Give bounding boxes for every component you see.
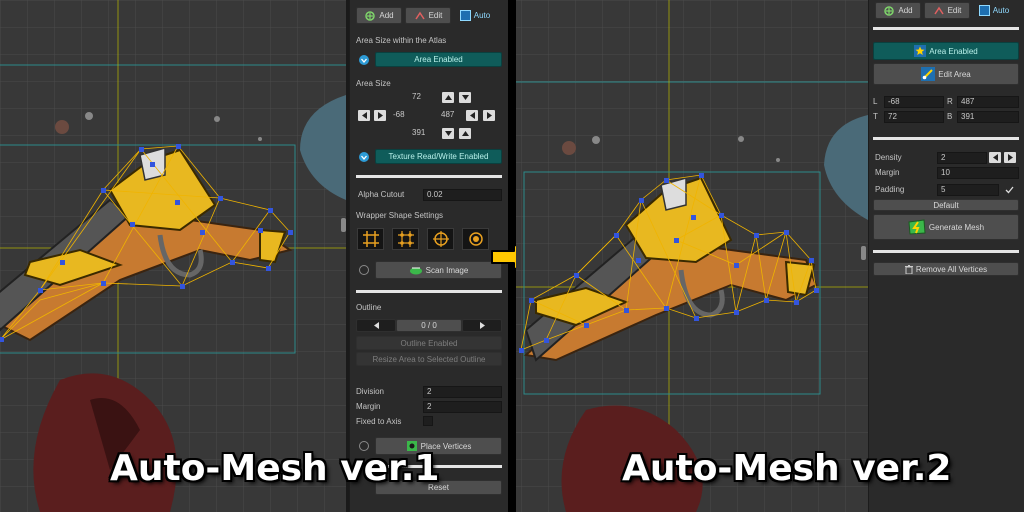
scan-image-button[interactable]: Scan Image: [375, 261, 502, 279]
outline-prev-button[interactable]: [356, 319, 396, 332]
outline-label: Outline: [356, 303, 382, 312]
generate-mesh-button[interactable]: Generate Mesh: [873, 214, 1019, 240]
add-button[interactable]: Add: [356, 7, 402, 24]
add-vertex-icon: [364, 10, 376, 21]
bottom-up-arrow-icon[interactable]: [459, 128, 471, 139]
area-size-label: Area Size: [356, 79, 391, 88]
separator: [356, 290, 502, 293]
texture-rw-toggle[interactable]: [359, 152, 369, 162]
margin-field[interactable]: 10: [937, 167, 1019, 179]
b-label: B: [947, 112, 953, 121]
edit-area-button[interactable]: Edit Area: [873, 63, 1019, 85]
right-comparison: Add Edit Auto Area Enabled Edit Area L -…: [516, 0, 1024, 512]
auto-icon: [978, 5, 990, 16]
fixed-axis-checkbox[interactable]: [423, 416, 433, 426]
caption-v1: Auto-Mesh ver.1: [110, 448, 440, 489]
left-comparison: Add Edit Auto Area Size within the Atlas…: [0, 0, 508, 512]
separator: [873, 27, 1019, 30]
auto-button[interactable]: Auto: [454, 7, 496, 24]
wrapper-shape-label: Wrapper Shape Settings: [356, 211, 444, 220]
edit-button[interactable]: Edit: [405, 7, 451, 24]
wrapper-crosshair-icon[interactable]: [427, 228, 454, 250]
resize-area-button[interactable]: Resize Area to Selected Outline: [356, 352, 502, 366]
outline-enabled-button[interactable]: Outline Enabled: [356, 336, 502, 350]
auto-mesh-panel-v1: Add Edit Auto Area Size within the Atlas…: [349, 0, 508, 512]
outline-counter: 0 / 0: [396, 319, 462, 332]
scan-image-toggle[interactable]: [359, 265, 369, 275]
t-field[interactable]: 72: [884, 111, 944, 123]
area-right-field[interactable]: 487: [438, 110, 468, 122]
default-button[interactable]: Default: [873, 199, 1019, 211]
l-label: L: [873, 97, 878, 106]
right-left-arrow-icon[interactable]: [466, 110, 478, 121]
r-field[interactable]: 487: [957, 96, 1019, 108]
area-size-atlas-label: Area Size within the Atlas: [356, 36, 447, 45]
density-increase-icon[interactable]: [1004, 152, 1016, 163]
splitter-handle[interactable]: [341, 218, 346, 232]
add-button[interactable]: Add: [875, 2, 921, 19]
edit-vertex-icon: [933, 6, 945, 16]
trash-icon: [904, 264, 913, 274]
edit-vertex-icon: [414, 11, 426, 21]
auto-mesh-panel-v2: Add Edit Auto Area Enabled Edit Area L -…: [868, 0, 1024, 512]
t-label: T: [873, 112, 878, 121]
right-right-arrow-icon[interactable]: [483, 110, 495, 121]
area-left-field[interactable]: -68: [390, 110, 426, 122]
l-field[interactable]: -68: [884, 96, 944, 108]
fixed-axis-label: Fixed to Axis: [356, 417, 402, 426]
splitter-handle[interactable]: [861, 246, 866, 260]
b-field[interactable]: 391: [957, 111, 1019, 123]
area-bottom-field[interactable]: 391: [409, 128, 439, 140]
wrapper-grid-icon[interactable]: [357, 228, 384, 250]
padding-field[interactable]: 5: [937, 184, 999, 196]
density-field[interactable]: 2: [937, 152, 987, 164]
mesh-viewport-v2[interactable]: [516, 0, 868, 512]
padding-check-icon[interactable]: [1003, 184, 1015, 196]
left-left-arrow-icon[interactable]: [358, 110, 370, 121]
mesh-viewport-v1[interactable]: [0, 0, 346, 512]
margin-label: Margin: [875, 168, 900, 177]
alpha-cutout-field[interactable]: 0.02: [423, 189, 502, 201]
separator: [873, 250, 1019, 253]
scan-icon: [409, 265, 423, 275]
division-label: Division: [356, 387, 385, 396]
density-label: Density: [875, 153, 902, 162]
r-label: R: [947, 97, 953, 106]
division-field[interactable]: 2: [423, 386, 502, 398]
caption-v2: Auto-Mesh ver.2: [622, 448, 952, 489]
density-decrease-icon[interactable]: [989, 152, 1001, 163]
area-enabled-button[interactable]: Area Enabled: [375, 52, 502, 67]
wrapper-radial-icon[interactable]: [462, 228, 489, 250]
wrapper-dots-icon[interactable]: [392, 228, 419, 250]
padding-label: Padding: [875, 185, 905, 194]
separator: [873, 137, 1019, 140]
area-enabled-button[interactable]: Area Enabled: [873, 42, 1019, 60]
separator: [356, 175, 502, 178]
top-up-arrow-icon[interactable]: [442, 92, 454, 103]
edit-button[interactable]: Edit: [924, 2, 970, 19]
outline-next-button[interactable]: [462, 319, 502, 332]
top-down-arrow-icon[interactable]: [459, 92, 471, 103]
texture-rw-button[interactable]: Texture Read/Write Enabled: [375, 149, 502, 164]
remove-all-vertices-button[interactable]: Remove All Vertices: [873, 262, 1019, 276]
left-right-arrow-icon[interactable]: [374, 110, 386, 121]
area-enabled-toggle[interactable]: [359, 55, 369, 65]
auto-button[interactable]: Auto: [973, 2, 1015, 19]
bottom-down-arrow-icon[interactable]: [442, 128, 454, 139]
area-top-field[interactable]: 72: [409, 92, 439, 104]
auto-icon: [459, 10, 471, 21]
star-icon: [914, 45, 927, 57]
margin-field[interactable]: 2: [423, 401, 502, 413]
alpha-cutout-label: Alpha Cutout: [358, 190, 405, 199]
edit-area-icon: [921, 67, 936, 81]
generate-mesh-icon: [908, 219, 926, 235]
add-vertex-icon: [883, 5, 895, 16]
margin-label: Margin: [356, 402, 381, 411]
